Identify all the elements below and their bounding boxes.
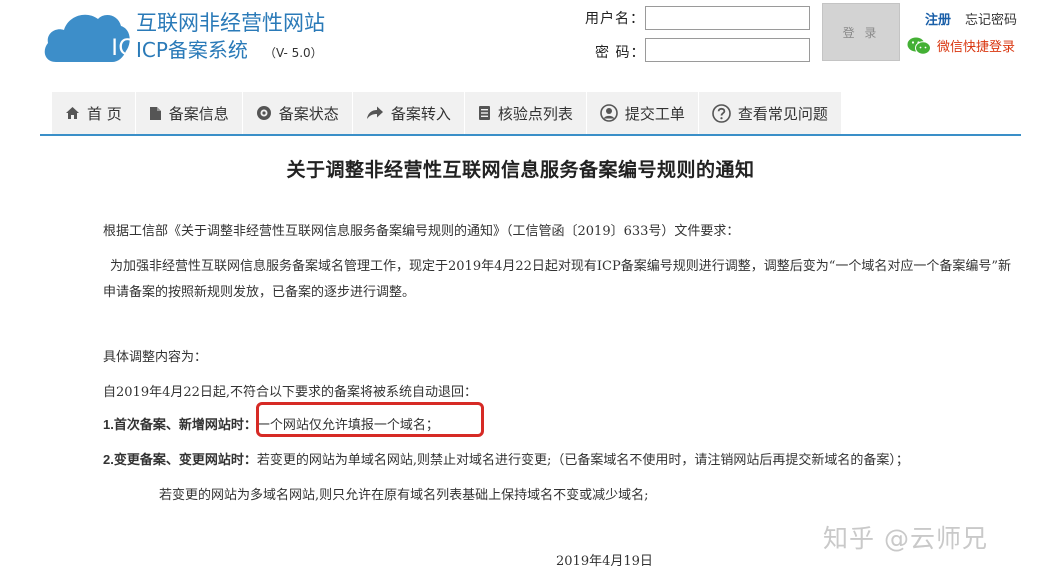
user-icon — [600, 104, 618, 122]
nav-item-filing-transfer[interactable]: 备案转入 — [352, 92, 465, 134]
wechat-login-link[interactable]: 微信快捷登录 — [907, 36, 1015, 55]
username-label: 用户名： — [585, 11, 645, 27]
nav-divider — [40, 134, 1021, 136]
site-name: 互联网非经营性网站 — [136, 11, 325, 35]
list-icon — [478, 105, 491, 121]
login-button[interactable]: 登 录 — [822, 3, 900, 61]
icp-logo: ICP — [42, 6, 152, 64]
nav-label-home: 首 页 — [87, 104, 122, 123]
main-nav: 首 页 备案信息 备案状态 备案转入 核验点列表 提交工单 查看常见问题 — [52, 92, 842, 134]
wechat-icon — [907, 37, 931, 55]
home-icon — [65, 106, 80, 120]
rule-item-2-label: 2.变更备案、变更网站时： — [103, 452, 257, 467]
rule-item-2-continued: 若变更的网站为多域名网站,则只允许在原有域名列表基础上保持域名不变或减少域名; — [159, 488, 649, 503]
notice-paragraph-3: 具体调整内容为： — [103, 350, 208, 365]
notice-paragraph-4: 自2019年4月22日起,不符合以下要求的备案将被系统自动退回： — [103, 385, 478, 400]
status-icon — [256, 105, 272, 121]
notice-paragraph-1: 根据工信部《关于调整非经营性互联网信息服务备案编号规则的通知》（工信管函〔201… — [103, 224, 740, 239]
register-link[interactable]: 注册 — [925, 9, 951, 28]
password-label: 密 码： — [595, 45, 646, 61]
system-name-row: ICP备案系统 （V- 5.0） — [136, 38, 323, 65]
rule-item-1-label: 1.首次备案、新增网站时： — [103, 417, 257, 432]
notice-date: 2019年4月19日 — [556, 554, 653, 569]
rule-item-2: 2.变更备案、变更网站时：若变更的网站为单域名网站,则禁止对域名进行变更;（已备… — [103, 449, 909, 468]
nav-label-faq: 查看常见问题 — [737, 104, 828, 123]
highlight-box — [256, 402, 484, 437]
wechat-login-label: 微信快捷登录 — [937, 40, 1016, 55]
password-input[interactable] — [645, 38, 810, 62]
nav-label-submit-ticket: 提交工单 — [624, 104, 685, 123]
notice-title: 关于调整非经营性互联网信息服务备案编号规则的通知 — [286, 159, 755, 181]
system-name: ICP备案系统 — [136, 38, 248, 62]
nav-item-home[interactable]: 首 页 — [52, 92, 136, 134]
nav-label-check-points: 核验点列表 — [497, 104, 573, 123]
nav-label-filing-transfer: 备案转入 — [390, 104, 451, 123]
forgot-password-link[interactable]: 忘记密码 — [965, 9, 1017, 28]
version-label: （V- 5.0） — [263, 46, 323, 60]
arrow-icon — [366, 106, 384, 120]
nav-label-filing-status: 备案状态 — [278, 104, 339, 123]
nav-item-filing-status[interactable]: 备案状态 — [242, 92, 353, 134]
nav-item-faq[interactable]: 查看常见问题 — [698, 92, 842, 134]
nav-item-check-points[interactable]: 核验点列表 — [464, 92, 587, 134]
question-icon — [712, 103, 731, 123]
nav-item-submit-ticket[interactable]: 提交工单 — [586, 92, 699, 134]
zhihu-watermark: 知乎 @云师兄 — [823, 524, 988, 553]
document-icon — [149, 106, 162, 121]
username-input[interactable] — [645, 6, 810, 30]
nav-item-filing-info[interactable]: 备案信息 — [135, 92, 243, 134]
rule-item-2-text: 若变更的网站为单域名网站,则禁止对域名进行变更;（已备案域名不使用时，请注销网站… — [256, 453, 909, 468]
nav-label-filing-info: 备案信息 — [168, 104, 229, 123]
notice-paragraph-2: 为加强非经营性互联网信息服务备案域名管理工作，现定于2019年4月22日起对现有… — [103, 254, 1018, 306]
notice-paragraph-2-text: 为加强非经营性互联网信息服务备案域名管理工作，现定于2019年4月22日起对现有… — [103, 259, 1012, 300]
